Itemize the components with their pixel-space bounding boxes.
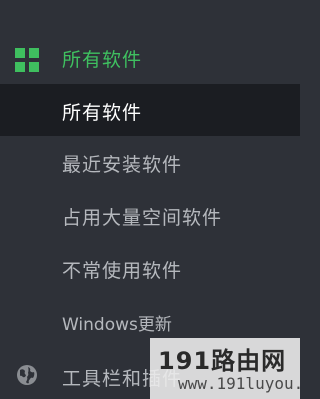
globe-icon	[17, 365, 37, 385]
menu-item-label: 占用大量空间软件	[62, 207, 223, 229]
menu-item-recently-installed[interactable]: 最近安装软件	[0, 136, 300, 188]
watermark: 191路由网 www.191luyou.com	[150, 338, 300, 399]
watermark-title: 191路由网	[158, 347, 287, 375]
software-sidebar: 所有软件 所有软件 最近安装软件 占用大量空间软件 不常使用软件 Windows…	[0, 0, 300, 399]
menu-item-all-software[interactable]: 所有软件	[0, 84, 300, 136]
category-header-label: 所有软件	[62, 49, 143, 71]
category-header-all-software[interactable]: 所有软件	[0, 32, 300, 84]
menu-item-label: 最近安装软件	[62, 154, 183, 176]
watermark-url: www.191luyou.com	[178, 374, 300, 393]
menu-item-rarely-used[interactable]: 不常使用软件	[0, 242, 300, 294]
menu-item-label: 不常使用软件	[62, 260, 183, 282]
apps-grid-icon	[15, 48, 39, 72]
menu-item-large-space[interactable]: 占用大量空间软件	[0, 189, 300, 241]
menu-item-label: 所有软件	[62, 102, 143, 124]
menu-item-label: Windows更新	[62, 315, 172, 335]
